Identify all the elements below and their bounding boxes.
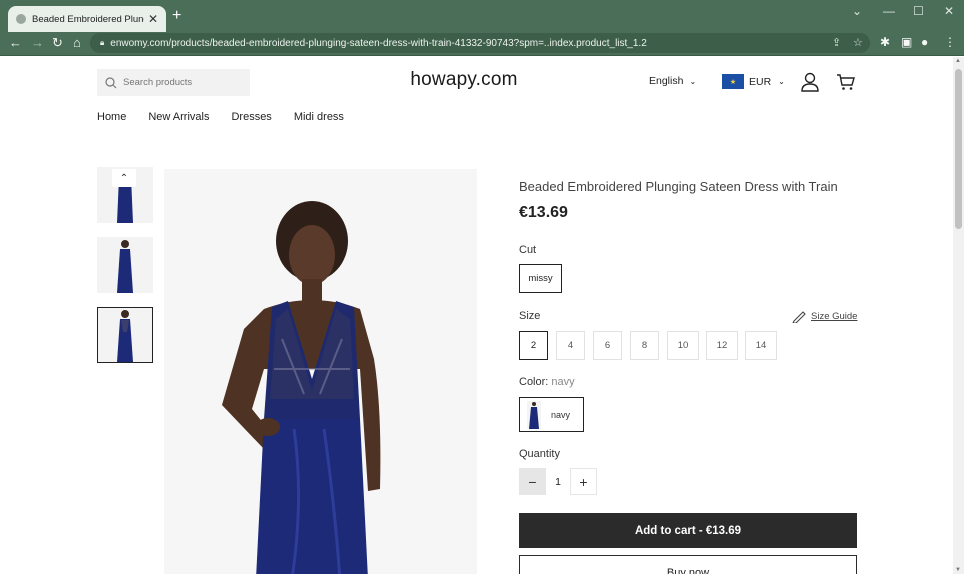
buy-now-button[interactable]: Buy now xyxy=(519,555,857,574)
url-text: enwomy.com/products/beaded-embroidered-p… xyxy=(110,37,647,49)
quantity-value[interactable]: 1 xyxy=(546,476,570,488)
site-logo[interactable]: howapy.com xyxy=(405,69,523,91)
tab-search-icon[interactable]: ⌄ xyxy=(852,4,862,18)
cut-option-missy[interactable]: missy xyxy=(519,264,562,293)
address-bar[interactable]: 🔒︎ enwomy.com/products/beaded-embroidere… xyxy=(90,33,870,53)
color-option-label: navy xyxy=(551,409,571,420)
new-tab-button[interactable]: + xyxy=(172,8,181,24)
page-scrollbar[interactable]: ▲ ▼ xyxy=(953,57,964,574)
reload-icon[interactable]: ↻ xyxy=(52,36,63,50)
nav-item-midi-dress[interactable]: Midi dress xyxy=(294,111,344,123)
search-icon xyxy=(105,76,117,88)
quantity-stepper: − 1 + xyxy=(519,468,597,495)
language-label: English xyxy=(649,75,684,87)
forward-arrow-icon[interactable]: → xyxy=(31,36,44,50)
size-option[interactable]: 8 xyxy=(630,331,659,360)
ruler-pencil-icon xyxy=(792,311,806,323)
size-option[interactable]: 14 xyxy=(745,331,777,360)
maximize-icon[interactable]: ☐ xyxy=(913,4,924,18)
account-icon[interactable] xyxy=(800,72,820,92)
scrollbar-thumb[interactable] xyxy=(955,69,962,229)
chevron-down-icon: ⌄ xyxy=(689,77,697,86)
thumbnail-scroll-up-icon[interactable]: ⌃ xyxy=(112,169,136,187)
scroll-up-icon[interactable]: ▲ xyxy=(955,58,961,64)
quantity-label: Quantity xyxy=(519,448,560,460)
decrease-quantity-button[interactable]: − xyxy=(519,468,546,495)
size-option[interactable]: 2 xyxy=(519,331,548,360)
thumbnail-2[interactable] xyxy=(97,237,153,293)
cart-icon[interactable] xyxy=(836,72,856,92)
color-option-navy[interactable]: navy xyxy=(519,397,584,432)
nav-item-dresses[interactable]: Dresses xyxy=(231,111,271,123)
eu-flag-icon: ★ xyxy=(722,74,744,89)
size-guide-link[interactable]: Size Guide xyxy=(792,309,857,323)
color-label-text: Color: xyxy=(519,376,549,388)
browser-tab[interactable]: Beaded Embroidered Plunging Sa ✕ xyxy=(8,6,166,32)
size-option[interactable]: 6 xyxy=(593,331,622,360)
model-photo xyxy=(222,201,381,574)
tab-favicon-icon xyxy=(16,14,26,24)
thumbnail-list xyxy=(97,167,153,377)
tab-title: Beaded Embroidered Plunging Sa xyxy=(32,13,144,25)
close-window-icon[interactable]: ✕ xyxy=(944,4,954,18)
home-icon[interactable]: ⌂ xyxy=(73,36,81,50)
extensions-icon[interactable]: ✱ xyxy=(880,35,890,49)
menu-kebab-icon[interactable]: ⋮ xyxy=(944,35,956,49)
web-page: howapy.com English ⌄ ★ EUR ⌄ Home New Arr… xyxy=(0,57,953,574)
search-box[interactable] xyxy=(97,69,250,96)
lock-icon: 🔒︎ xyxy=(100,38,105,47)
size-option[interactable]: 12 xyxy=(706,331,738,360)
share-icon[interactable]: ⇪ xyxy=(832,36,841,49)
cut-label: Cut xyxy=(519,244,537,256)
bookmark-star-icon[interactable]: ☆ xyxy=(853,36,863,49)
language-selector[interactable]: English ⌄ xyxy=(649,75,696,87)
size-guide-label: Size Guide xyxy=(811,310,858,322)
increase-quantity-button[interactable]: + xyxy=(570,468,597,495)
product-main-image[interactable] xyxy=(164,169,477,574)
chevron-down-icon: ⌄ xyxy=(778,77,785,86)
close-tab-icon[interactable]: ✕ xyxy=(148,12,158,26)
nav-item-home[interactable]: Home xyxy=(97,111,126,123)
minimize-icon[interactable]: — xyxy=(883,4,895,18)
size-option[interactable]: 4 xyxy=(556,331,585,360)
color-label: Color: navy xyxy=(519,376,575,388)
main-nav: Home New Arrivals Dresses Midi dress xyxy=(97,111,366,123)
product-price: €13.69 xyxy=(519,204,568,221)
nav-item-new-arrivals[interactable]: New Arrivals xyxy=(148,111,209,123)
profile-icon[interactable]: ● xyxy=(921,35,928,49)
currency-selector[interactable]: ★ EUR ⌄ xyxy=(722,74,785,89)
product-title: Beaded Embroidered Plunging Sateen Dress… xyxy=(519,179,838,194)
size-label: Size xyxy=(519,310,541,322)
currency-label: EUR xyxy=(749,75,772,88)
add-to-cart-button[interactable]: Add to cart - €13.69 xyxy=(519,513,857,548)
sidepanel-icon[interactable]: ▣ xyxy=(901,35,912,49)
size-option[interactable]: 10 xyxy=(667,331,699,360)
thumbnail-3[interactable] xyxy=(97,307,153,363)
back-arrow-icon[interactable]: ← xyxy=(9,36,22,50)
scroll-down-icon[interactable]: ▼ xyxy=(955,567,961,573)
search-input[interactable] xyxy=(123,77,243,88)
color-selected-value: navy xyxy=(551,376,575,388)
color-swatch-image xyxy=(527,400,541,429)
